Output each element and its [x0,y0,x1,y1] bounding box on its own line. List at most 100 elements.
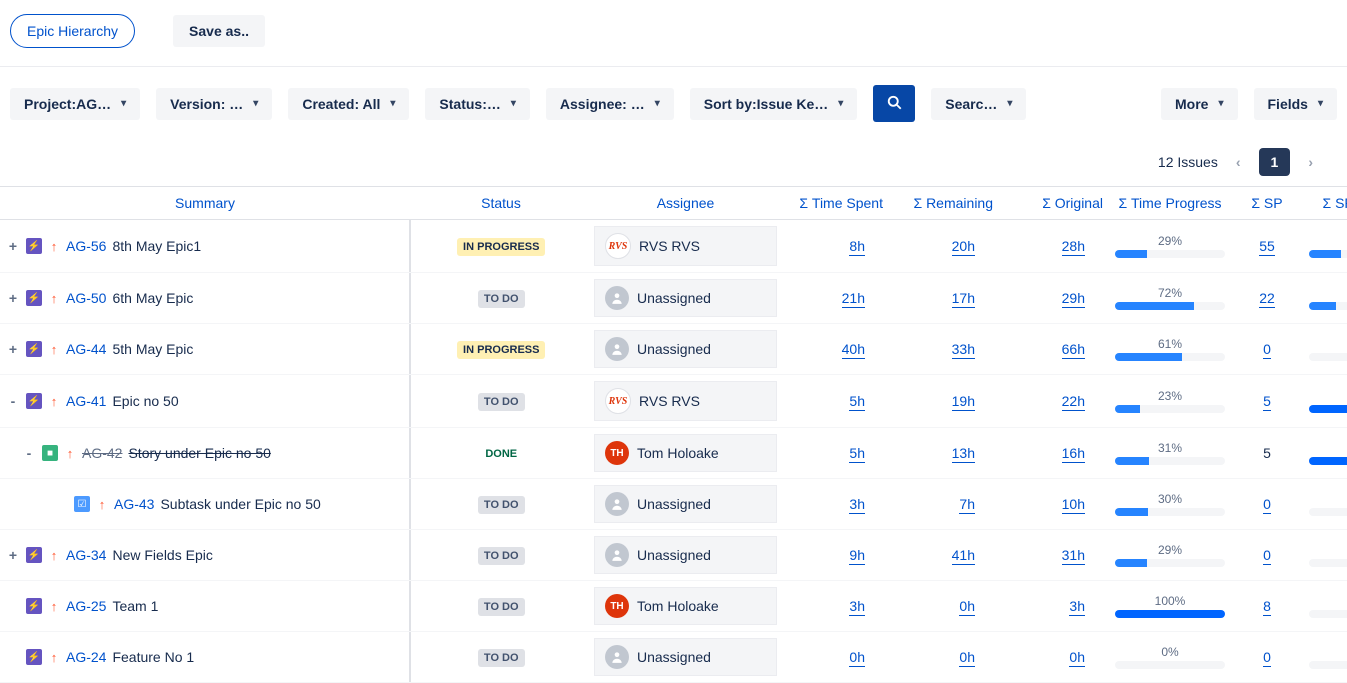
assignee-name: Unassigned [637,290,711,306]
value-orig[interactable]: 31h [1062,547,1085,565]
sp-value[interactable]: 8 [1263,598,1271,616]
value-orig[interactable]: 3h [1069,598,1085,616]
sp-value: 5 [1263,445,1271,461]
value-rem[interactable]: 33h [952,341,975,359]
issue-type-epic-icon: ⚡ [26,598,42,614]
value-rem[interactable]: 41h [952,547,975,565]
row-expander[interactable]: + [6,547,20,563]
table-row: +⚡↑AG-56 8th May Epic1IN PROGRESSRVSRVS … [0,220,1347,273]
issue-summary: Team 1 [112,598,158,614]
save-as-button[interactable]: Save as.. [173,15,265,47]
col-header-assignee[interactable]: Assignee [592,187,779,220]
issue-key-link[interactable]: AG-42 [82,445,122,461]
pager-current[interactable]: 1 [1259,148,1291,176]
value-rem[interactable]: 19h [952,393,975,411]
sp-value[interactable]: 0 [1263,496,1271,514]
value-ts[interactable]: 8h [849,238,865,256]
value-rem[interactable]: 0h [959,649,975,667]
value-rem[interactable]: 13h [952,445,975,463]
filter-created[interactable]: Created: All▾ [288,88,409,120]
assignee-cell[interactable]: Unassigned [594,638,777,676]
col-header-sp[interactable]: Σ SP [1231,187,1303,220]
assignee-cell[interactable]: RVSRVS RVS [594,381,777,421]
value-ts[interactable]: 21h [842,290,865,308]
filter-assignee[interactable]: Assignee: …▾ [546,88,674,120]
search-button[interactable] [873,85,915,122]
sp-progress: 0% [1309,594,1347,618]
col-header-remaining[interactable]: Σ Remaining [889,187,999,220]
filter-project[interactable]: Project:AG…▾ [10,88,140,120]
assignee-cell[interactable]: THTom Holoake [594,434,777,472]
row-expander[interactable]: + [6,238,20,254]
sp-value[interactable]: 0 [1263,649,1271,667]
value-orig[interactable]: 10h [1062,496,1085,514]
issue-key-link[interactable]: AG-24 [66,649,106,665]
issue-key-link[interactable]: AG-25 [66,598,106,614]
sp-value[interactable]: 0 [1263,341,1271,359]
value-ts[interactable]: 3h [849,496,865,514]
sp-value[interactable]: 22 [1259,290,1275,308]
filter-status-label: Status:… [439,96,500,112]
time-progress-pct: 72% [1158,286,1182,300]
issue-key-link[interactable]: AG-41 [66,393,106,409]
col-header-original[interactable]: Σ Original [999,187,1109,220]
assignee-cell[interactable]: THTom Holoake [594,587,777,625]
value-orig[interactable]: 0h [1069,649,1085,667]
assignee-cell[interactable]: Unassigned [594,485,777,523]
sp-progress: 0% [1309,543,1347,567]
value-ts[interactable]: 5h [849,393,865,411]
epic-hierarchy-button[interactable]: Epic Hierarchy [10,14,135,48]
table-row: ⚡↑AG-25 Team 1TO DOTHTom Holoake3h0h3h10… [0,581,1347,632]
issue-key-link[interactable]: AG-44 [66,341,106,357]
avatar: TH [605,594,629,618]
row-expander[interactable]: - [6,393,20,409]
filter-version[interactable]: Version: …▾ [156,88,272,120]
value-ts[interactable]: 40h [842,341,865,359]
value-orig[interactable]: 22h [1062,393,1085,411]
issue-key-link[interactable]: AG-43 [114,496,154,512]
value-rem[interactable]: 20h [952,238,975,256]
assignee-cell[interactable]: Unassigned [594,279,777,317]
issue-summary: Feature No 1 [112,649,194,665]
value-orig[interactable]: 29h [1062,290,1085,308]
value-ts[interactable]: 5h [849,445,865,463]
value-orig[interactable]: 66h [1062,341,1085,359]
col-header-time-spent[interactable]: Σ Time Spent [779,187,889,220]
issue-key-link[interactable]: AG-50 [66,290,106,306]
value-rem[interactable]: 0h [959,598,975,616]
row-expander[interactable]: + [6,341,20,357]
value-ts[interactable]: 3h [849,598,865,616]
col-header-sp-progress[interactable]: Σ SP Progress [1303,187,1347,220]
assignee-cell[interactable]: Unassigned [594,330,777,368]
value-rem[interactable]: 17h [952,290,975,308]
value-ts[interactable]: 0h [849,649,865,667]
more-button[interactable]: More▾ [1161,88,1237,120]
row-expander[interactable]: - [22,445,36,461]
assignee-cell[interactable]: Unassigned [594,536,777,574]
row-expander[interactable]: + [6,290,20,306]
col-header-status[interactable]: Status [410,187,592,220]
assignee-cell[interactable]: RVSRVS RVS [594,226,777,266]
col-header-time-progress[interactable]: Σ Time Progress [1109,187,1231,220]
fields-button[interactable]: Fields▾ [1254,88,1338,120]
pager-prev[interactable]: ‹ [1230,153,1247,171]
value-orig[interactable]: 16h [1062,445,1085,463]
sp-value[interactable]: 5 [1263,393,1271,411]
filter-status[interactable]: Status:…▾ [425,88,529,120]
issue-key-link[interactable]: AG-56 [66,238,106,254]
issue-summary: Epic no 50 [112,393,178,409]
chevron-down-icon: ▾ [838,98,843,109]
value-rem[interactable]: 7h [959,496,975,514]
sp-value[interactable]: 55 [1259,238,1275,256]
filter-sort[interactable]: Sort by:Issue Ke…▾ [690,88,858,120]
time-progress: 30% [1115,492,1225,516]
value-ts[interactable]: 9h [849,547,865,565]
col-header-summary[interactable]: Summary [0,187,410,220]
issue-key-link[interactable]: AG-34 [66,547,106,563]
pager-next[interactable]: › [1302,153,1319,171]
sp-value[interactable]: 0 [1263,547,1271,565]
priority-up-icon: ↑ [48,291,60,306]
search-icon [885,93,903,111]
value-orig[interactable]: 28h [1062,238,1085,256]
filter-search-dropdown[interactable]: Searc…▾ [931,88,1026,120]
